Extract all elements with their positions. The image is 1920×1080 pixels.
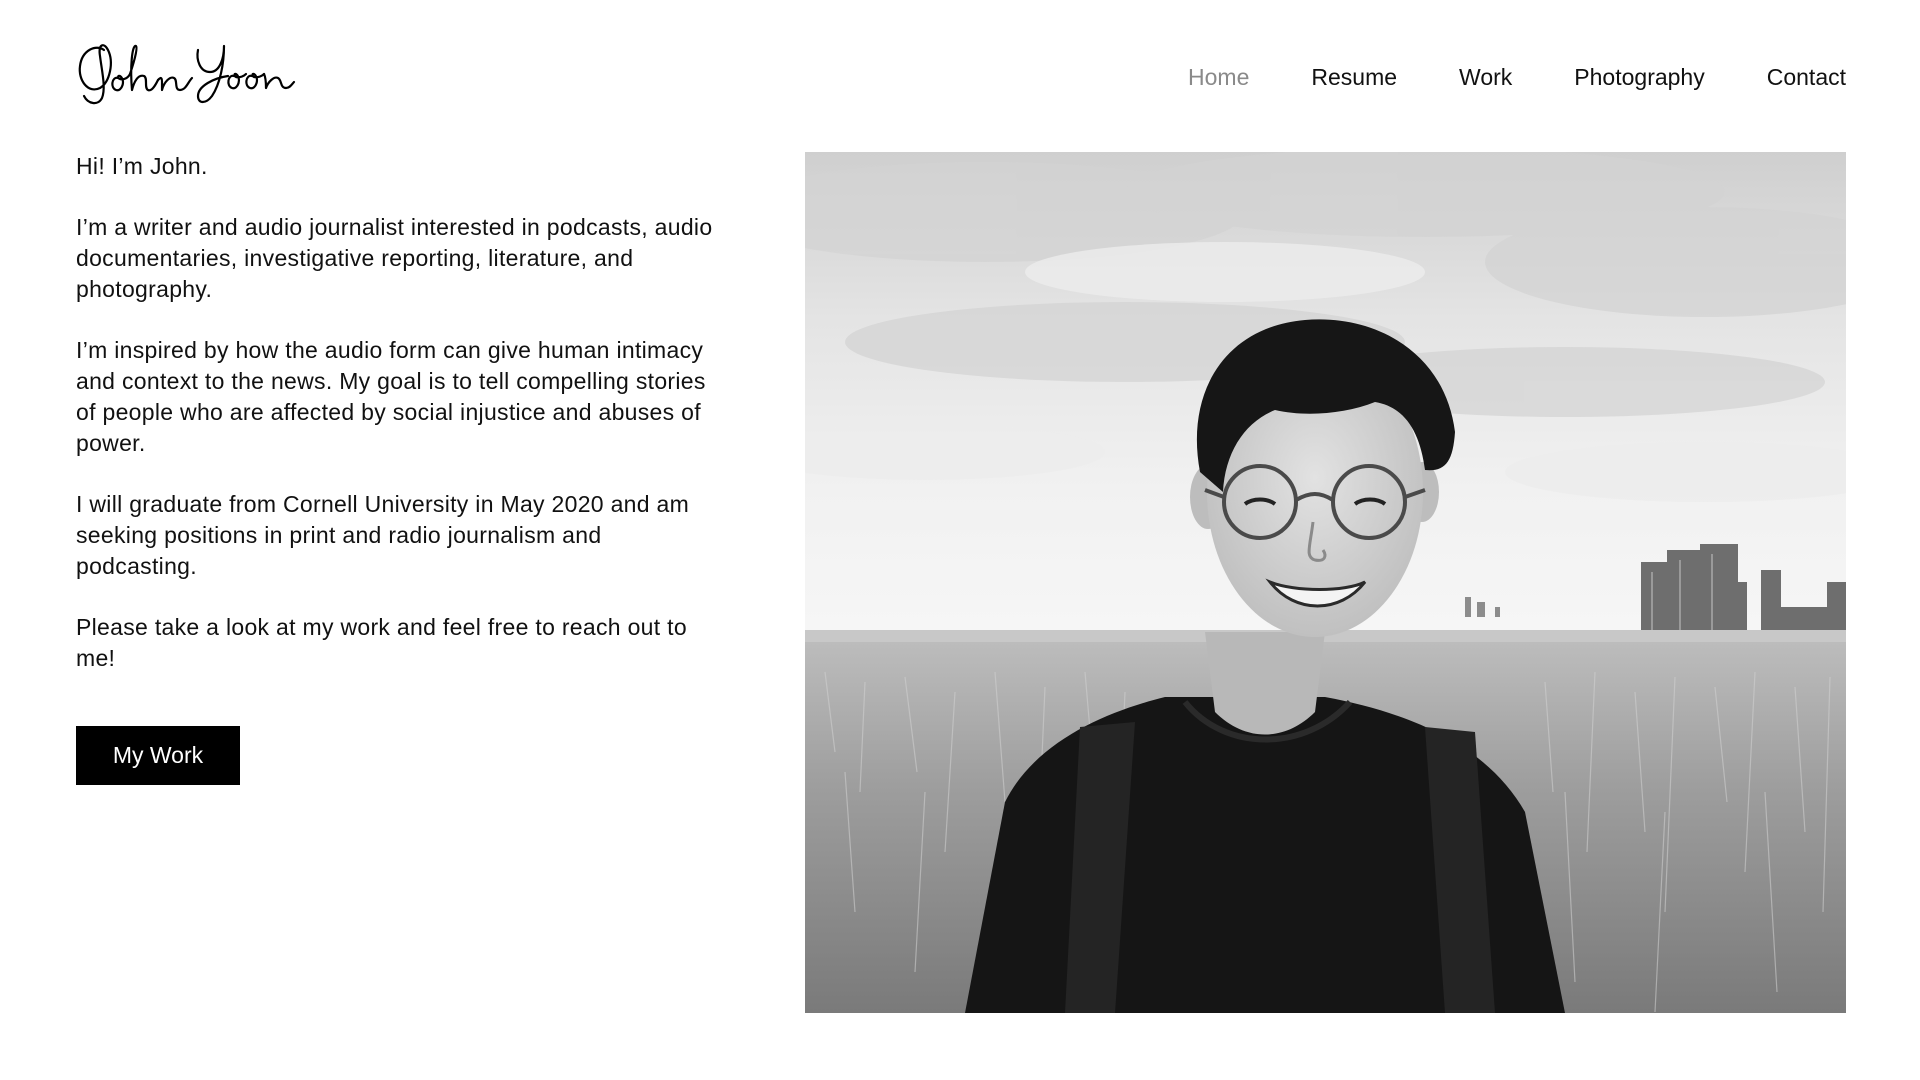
page: Home Resume Work Photography Contact Hi!… [0, 0, 1920, 1080]
nav-resume[interactable]: Resume [1311, 62, 1397, 92]
nav-contact[interactable]: Contact [1767, 62, 1846, 92]
intro-paragraph-interests: I’m a writer and audio journalist intere… [76, 214, 713, 302]
intro-paragraph-inspiration: I’m inspired by how the audio form can g… [76, 337, 706, 456]
portrait-photo [805, 152, 1846, 1013]
signature-logo[interactable] [74, 38, 296, 108]
main-nav: Home Resume Work Photography Contact [1188, 62, 1846, 92]
nav-home[interactable]: Home [1188, 62, 1249, 92]
intro-paragraph-graduation: I will graduate from Cornell University … [76, 491, 690, 579]
signature-logo-graphic [78, 44, 296, 105]
intro-section: Hi! I’m John. I’m a writer and audio jou… [76, 151, 726, 704]
my-work-button[interactable]: My Work [76, 726, 240, 785]
intro-paragraph-cta: Please take a look at my work and feel f… [76, 614, 687, 671]
intro-greeting: Hi! I’m John. [76, 153, 208, 179]
nav-photography[interactable]: Photography [1574, 62, 1704, 92]
nav-work[interactable]: Work [1459, 62, 1512, 92]
portrait-photo-graphic [805, 152, 1846, 1013]
